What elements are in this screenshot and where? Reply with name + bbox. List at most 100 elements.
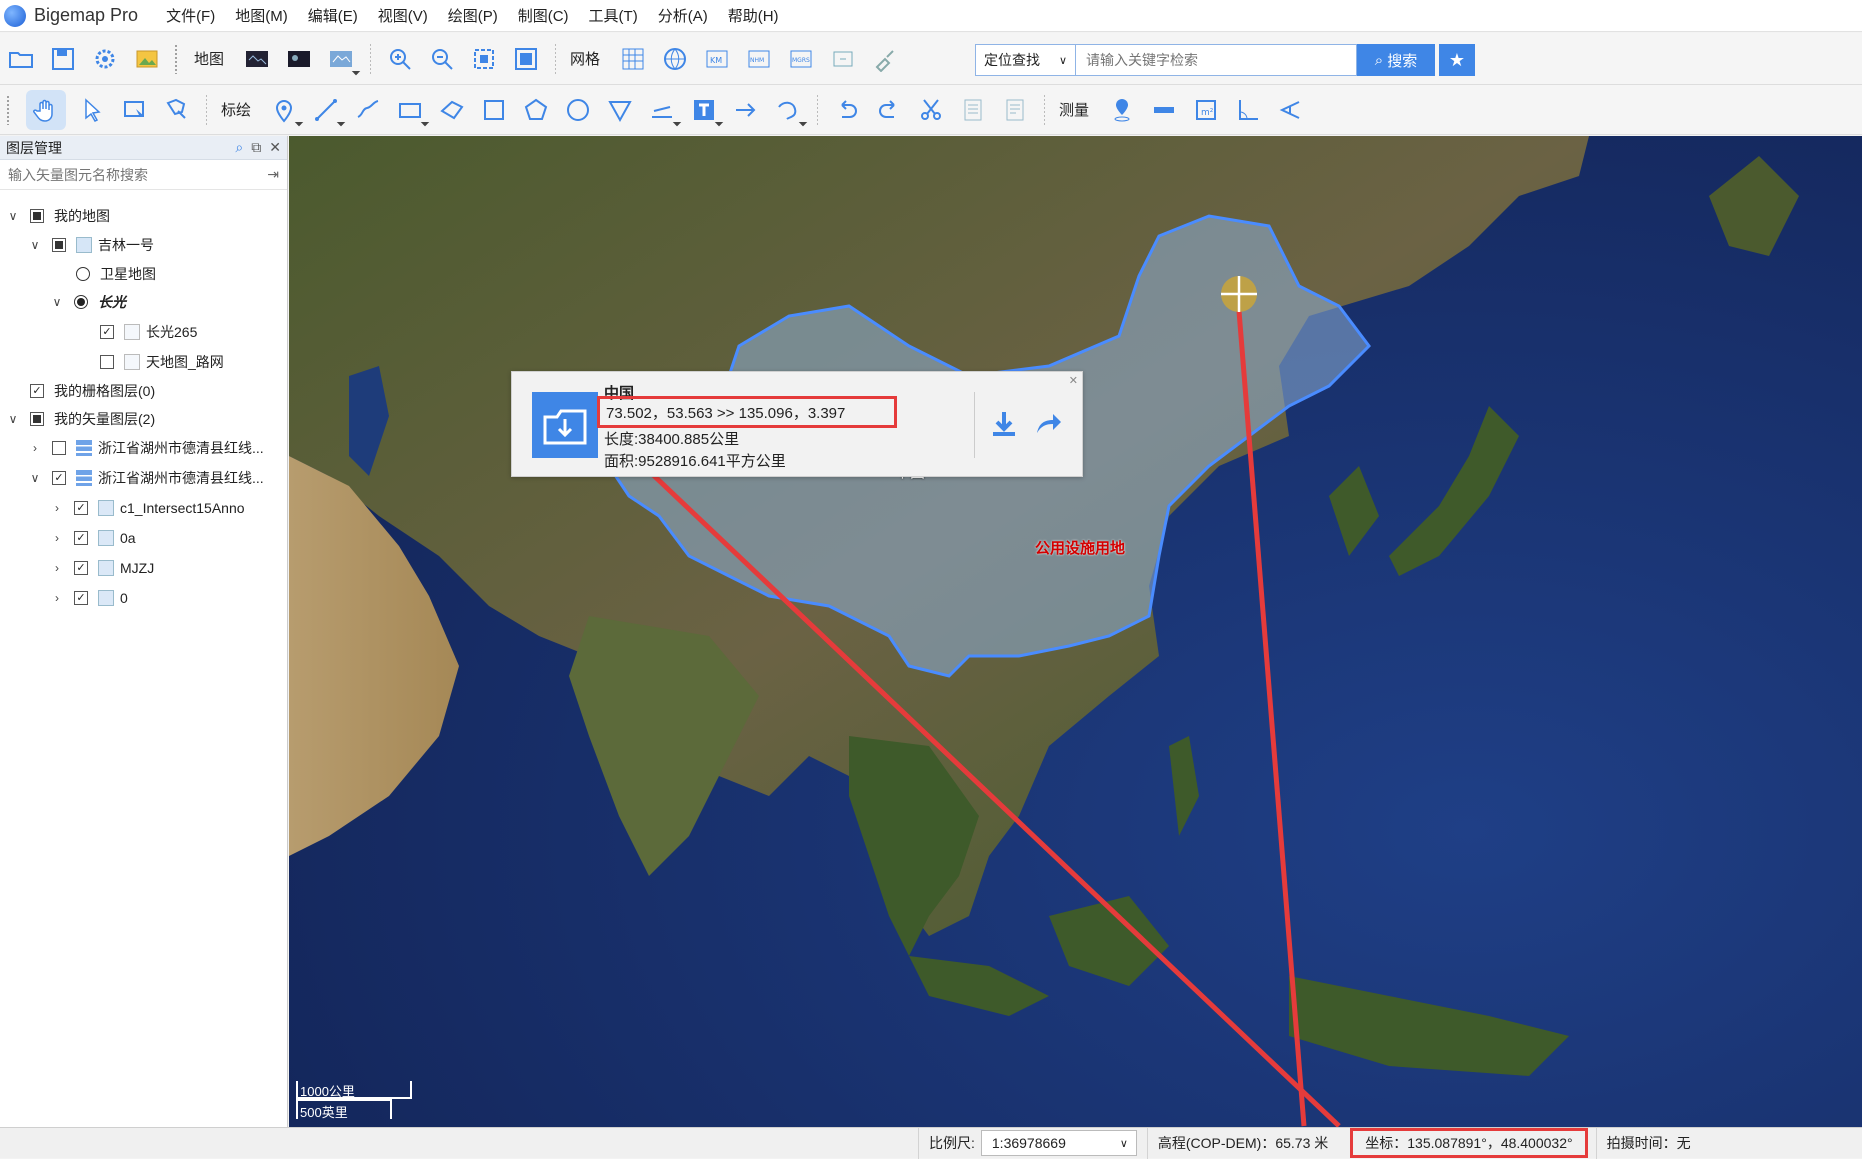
- menu-map[interactable]: 地图(M): [225, 5, 298, 26]
- zoom-extent-icon[interactable]: [469, 44, 499, 74]
- arrow-right-icon[interactable]: [731, 95, 761, 125]
- chevron-right-icon[interactable]: ›: [28, 441, 42, 455]
- satellite-basemap[interactable]: [289, 136, 1862, 1127]
- menu-help[interactable]: 帮助(H): [718, 5, 789, 26]
- nm-grid-icon[interactable]: NHM: [744, 44, 774, 74]
- open-folder-icon[interactable]: [6, 44, 36, 74]
- undo-icon[interactable]: [832, 95, 862, 125]
- close-icon[interactable]: ✕: [1069, 374, 1078, 387]
- tree-row-changguang[interactable]: ∨ 长光: [50, 290, 126, 314]
- map-pin-icon[interactable]: [269, 95, 299, 125]
- chevron-down-icon[interactable]: ∨: [6, 209, 20, 223]
- tree-checkbox[interactable]: ✓: [52, 471, 66, 485]
- map-canvas[interactable]: 中国 公用设施用地 ✕ 中国 73.502，53.563 >> 135.096，…: [289, 136, 1862, 1127]
- pan-hand-icon[interactable]: [26, 89, 66, 130]
- tree-checkbox[interactable]: [100, 355, 114, 369]
- zoom-in-icon[interactable]: [385, 44, 415, 74]
- map-label[interactable]: 地图: [194, 48, 224, 69]
- tree-row-jilin-1[interactable]: ∨ 吉林一号: [28, 233, 154, 257]
- measure-angle-icon[interactable]: [1233, 95, 1263, 125]
- tree-checkbox[interactable]: [30, 412, 44, 426]
- tree-checkbox[interactable]: [30, 209, 44, 223]
- download-icon[interactable]: [989, 409, 1019, 442]
- tree-checkbox[interactable]: ✓: [74, 501, 88, 515]
- panel-search-icon[interactable]: ⌕: [235, 139, 243, 156]
- scissors-icon[interactable]: [916, 95, 946, 125]
- chevron-down-icon[interactable]: ∨: [6, 412, 20, 426]
- box-select-icon[interactable]: [120, 95, 150, 125]
- clear-brush-icon[interactable]: [870, 44, 900, 74]
- chevron-right-icon[interactable]: ›: [50, 561, 64, 575]
- image-icon[interactable]: [132, 44, 162, 74]
- measure-distance-icon[interactable]: [1149, 95, 1179, 125]
- select-arrow-icon[interactable]: [78, 95, 108, 125]
- km-grid-icon[interactable]: KM: [702, 44, 732, 74]
- measure-azimuth-icon[interactable]: [1275, 95, 1305, 125]
- search-button[interactable]: ⌕ 搜索: [1357, 44, 1435, 76]
- location-search-input[interactable]: [1075, 44, 1357, 76]
- pentagon-icon[interactable]: [521, 95, 551, 125]
- text-icon[interactable]: [689, 95, 719, 125]
- tree-row-vector-1[interactable]: › 浙江省湖州市德清县红线...: [28, 436, 264, 460]
- redo-icon[interactable]: [874, 95, 904, 125]
- menu-edit[interactable]: 编辑(E): [298, 5, 368, 26]
- locate-mode-select[interactable]: 定位查找 ∨: [975, 44, 1075, 76]
- layer-search-input[interactable]: [8, 166, 268, 183]
- tree-radio[interactable]: [76, 267, 90, 281]
- sector-icon[interactable]: [605, 95, 635, 125]
- menu-analysis[interactable]: 分析(A): [648, 5, 718, 26]
- rectangle-icon[interactable]: [395, 95, 425, 125]
- tree-checkbox[interactable]: ✓: [100, 325, 114, 339]
- tree-radio[interactable]: [74, 295, 88, 309]
- tree-checkbox[interactable]: [52, 441, 66, 455]
- close-icon[interactable]: ✕: [269, 139, 281, 156]
- tree-row-changguang-265[interactable]: ✓ 长光265: [100, 320, 197, 344]
- square-icon[interactable]: [479, 95, 509, 125]
- circle-icon[interactable]: [563, 95, 593, 125]
- edit-feature-icon[interactable]: [162, 95, 192, 125]
- chevron-right-icon[interactable]: ›: [50, 591, 64, 605]
- tree-row-tianditu-road[interactable]: 天地图_路网: [100, 350, 224, 374]
- tree-checkbox[interactable]: ✓: [30, 384, 44, 398]
- measure-label[interactable]: 测量: [1059, 99, 1089, 120]
- menu-view[interactable]: 视图(V): [368, 5, 438, 26]
- collapse-panel-icon[interactable]: ⇥: [267, 166, 279, 183]
- freehand-line-icon[interactable]: [353, 95, 383, 125]
- curve-arrow-icon[interactable]: [773, 95, 803, 125]
- mgrs-grid-icon[interactable]: MGRS: [786, 44, 816, 74]
- grid-icon[interactable]: [618, 44, 648, 74]
- tree-row-my-map[interactable]: ∨ 我的地图: [6, 204, 110, 228]
- menu-file[interactable]: 文件(F): [156, 5, 225, 26]
- tree-row-sublayer-c1[interactable]: › ✓ c1_Intersect15Anno: [50, 496, 245, 520]
- basemap-icon[interactable]: [242, 44, 272, 74]
- chevron-right-icon[interactable]: ›: [50, 501, 64, 515]
- menu-tools[interactable]: 工具(T): [579, 5, 648, 26]
- settings-gear-icon[interactable]: [90, 44, 120, 74]
- polyline-icon[interactable]: [311, 95, 341, 125]
- grid-label[interactable]: 网格: [570, 48, 600, 69]
- tree-row-sublayer-0a[interactable]: › ✓ 0a: [50, 526, 136, 550]
- mark-label[interactable]: 标绘: [221, 99, 251, 120]
- export-image-icon[interactable]: [828, 44, 858, 74]
- copy-doc-icon[interactable]: [958, 95, 988, 125]
- menu-cartography[interactable]: 制图(C): [508, 5, 579, 26]
- chevron-down-icon[interactable]: ∨: [28, 238, 42, 252]
- measure-area-icon[interactable]: m²: [1191, 95, 1221, 125]
- tree-row-vector-layers[interactable]: ∨ 我的矢量图层(2): [6, 407, 156, 431]
- full-extent-icon[interactable]: [511, 44, 541, 74]
- satellite-map-icon[interactable]: [284, 44, 314, 74]
- favorite-star-button[interactable]: ★: [1439, 44, 1475, 76]
- panel-float-icon[interactable]: ⧉: [251, 139, 261, 156]
- tree-checkbox[interactable]: ✓: [74, 531, 88, 545]
- tree-row-vector-2[interactable]: ∨ ✓ 浙江省湖州市德清县红线...: [28, 466, 264, 490]
- share-icon[interactable]: [1033, 409, 1063, 442]
- tree-checkbox[interactable]: ✓: [74, 561, 88, 575]
- tree-checkbox[interactable]: [52, 238, 66, 252]
- chevron-down-icon[interactable]: ∨: [28, 471, 42, 485]
- measure-point-icon[interactable]: [1107, 95, 1137, 125]
- tree-row-sublayer-mjzj[interactable]: › ✓ MJZJ: [50, 556, 154, 580]
- tree-row-raster-layers[interactable]: ✓ 我的栅格图层(0): [30, 379, 155, 403]
- tree-row-sublayer-0[interactable]: › ✓ 0: [50, 586, 128, 610]
- chevron-down-icon[interactable]: ∨: [50, 295, 64, 309]
- paste-doc-icon[interactable]: [1000, 95, 1030, 125]
